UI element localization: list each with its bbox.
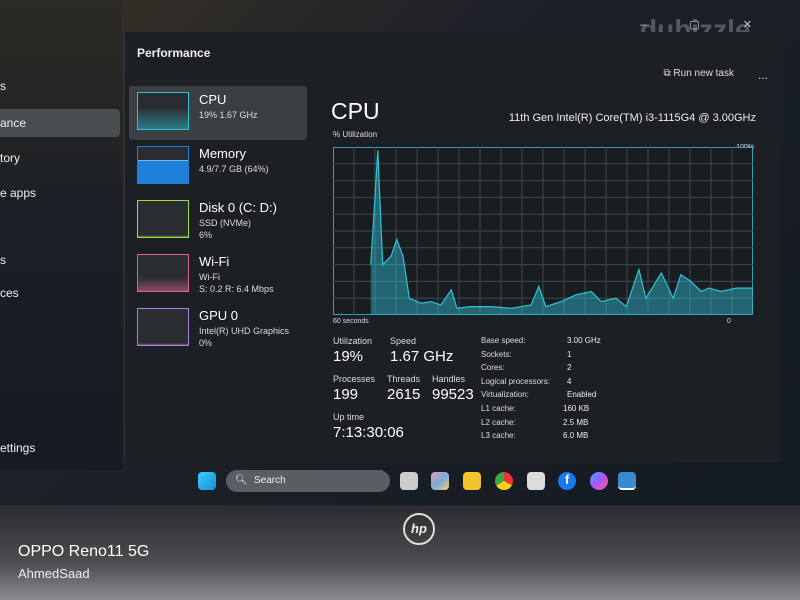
resource-detail-2: 6% (199, 230, 213, 240)
resource-thumbnail (137, 308, 189, 346)
handles-label: Handles (432, 374, 466, 384)
speed-label: Speed (390, 336, 417, 346)
task-manager-window: – ▢ ✕ Performance ⧉ Run new task ... CPU… (124, 19, 780, 462)
more-options-button[interactable]: ... (758, 68, 768, 82)
page-title: Performance (137, 46, 211, 60)
resource-thumbnail (137, 146, 189, 184)
spec-label: L3 cache: (481, 431, 516, 441)
spec-value: 4 (567, 376, 572, 386)
resource-detail-2: 0% (199, 338, 213, 348)
resource-thumbnail (137, 200, 189, 238)
user-watermark: AhmedSaad (18, 566, 90, 581)
resource-name: Memory (199, 146, 246, 161)
nav-item-settings[interactable]: ettings (0, 434, 35, 462)
copilot-icon[interactable] (431, 472, 449, 490)
cpu-model: 11th Gen Intel(R) Core(TM) i3-1115G4 @ 3… (508, 112, 756, 124)
spec-label: L1 cache: (481, 404, 516, 413)
spec-value: 2 (567, 363, 572, 373)
nav-item-performance[interactable]: ance (0, 109, 120, 137)
task-manager-icon[interactable] (618, 472, 636, 490)
uptime-value: 7:13:30:06 (333, 424, 404, 441)
processes-label: Processes (333, 374, 376, 384)
laptop-screen: dubizzle s ance tory e apps s ces etting… (0, 0, 800, 505)
sidebar-nav: s ance tory e apps s ces ettings (0, 0, 122, 470)
spec-label: Base speed: (481, 336, 526, 345)
spec-label: Sockets: (481, 349, 512, 359)
resource-name: Wi-Fi (199, 254, 230, 269)
resource-item-disk[interactable]: Disk 0 (C: D:) SSD (NVMe) 6% (129, 194, 307, 248)
handles-value: 99523 (432, 386, 474, 403)
start-windows-icon[interactable] (198, 472, 216, 490)
search-icon: 🔍︎ (235, 475, 248, 486)
nav-item-processes[interactable]: s (0, 72, 6, 100)
resource-item-memory[interactable]: Memory 4.9/7.7 GB (64%) (129, 140, 307, 194)
run-task-icon: ⧉ (663, 68, 674, 79)
cpu-utilization-graph (333, 147, 753, 315)
resource-detail: Intel(R) UHD Graphics (199, 326, 290, 336)
spec-value: 160 KB (563, 404, 590, 413)
file-explorer-icon[interactable] (463, 472, 481, 490)
spec-value: 2.5 MB (563, 417, 589, 427)
resource-thumbnail (137, 92, 189, 130)
threads-value: 2615 (387, 386, 421, 403)
run-new-task-button[interactable]: ⧉ Run new task (663, 68, 734, 79)
threads-label: Threads (387, 374, 421, 384)
task-view-icon[interactable] (400, 472, 418, 490)
nav-item-details[interactable]: s (0, 246, 6, 274)
processes-value: 199 (333, 386, 359, 403)
thumb-line (138, 342, 188, 345)
thumb-line (138, 234, 188, 237)
speed-value: 1.67 GHz (390, 348, 454, 365)
hp-logo: hp (403, 513, 435, 545)
nav-item-services[interactable]: ces (0, 279, 19, 307)
resource-detail: Wi-Fi (199, 272, 220, 282)
memory-fill (138, 159, 188, 183)
spec-value: 3.00 GHz (567, 336, 601, 345)
chrome-icon[interactable] (495, 472, 513, 490)
graph-time-left: 60 seconds (333, 318, 369, 325)
spec-value: 1 (567, 349, 572, 359)
resource-item-gpu[interactable]: GPU 0 Intel(R) UHD Graphics 0% (129, 302, 307, 356)
spec-label: L2 cache: (481, 417, 516, 427)
resource-item-wifi[interactable]: Wi-Fi Wi-Fi S: 0.2 R: 6.4 Mbps (129, 248, 307, 302)
taskbar: 🔍︎ Search f (150, 464, 650, 498)
thumb-line (138, 276, 188, 291)
graph-time-right: 0 (727, 318, 731, 325)
spec-value: 6.0 MB (563, 431, 589, 441)
nav-item-app-history[interactable]: tory (0, 144, 20, 172)
spec-value: Enabled (567, 390, 597, 400)
uptime-label: Up time (333, 412, 365, 422)
utilization-value: 19% (333, 348, 364, 365)
nav-item-startup-apps[interactable]: e apps (0, 179, 36, 207)
facebook-icon[interactable]: f (558, 472, 576, 490)
resource-thumbnail (137, 254, 189, 292)
thumb-line (138, 107, 188, 129)
resource-item-cpu[interactable]: CPU 19% 1.67 GHz (129, 86, 307, 140)
cpu-heading: CPU (331, 98, 380, 124)
resource-detail-2: S: 0.2 R: 6.4 Mbps (199, 284, 274, 294)
resource-detail: 4.9/7.7 GB (64%) (199, 164, 269, 174)
utilization-label: Utilization (333, 336, 373, 346)
store-icon[interactable] (527, 472, 545, 490)
messenger-icon[interactable] (590, 472, 608, 490)
graph-label: % Utilization (333, 130, 378, 139)
resource-detail: 19% 1.67 GHz (199, 110, 258, 120)
window-controls[interactable]: – ▢ ✕ (640, 18, 772, 31)
spec-label: Logical processors: (481, 376, 550, 386)
camera-watermark: OPPO Reno11 5G (18, 543, 150, 560)
resource-name: CPU (199, 92, 227, 107)
spec-label: Virtualization: (481, 390, 529, 400)
taskbar-search[interactable]: 🔍︎ Search (226, 470, 390, 492)
run-new-task-label: Run new task (673, 68, 734, 79)
spec-label: Cores: (481, 363, 505, 373)
resource-name: Disk 0 (C: D:) (199, 200, 277, 215)
search-label: Search (254, 475, 286, 486)
resource-detail: SSD (NVMe) (199, 218, 252, 228)
resource-name: GPU 0 (199, 308, 239, 323)
